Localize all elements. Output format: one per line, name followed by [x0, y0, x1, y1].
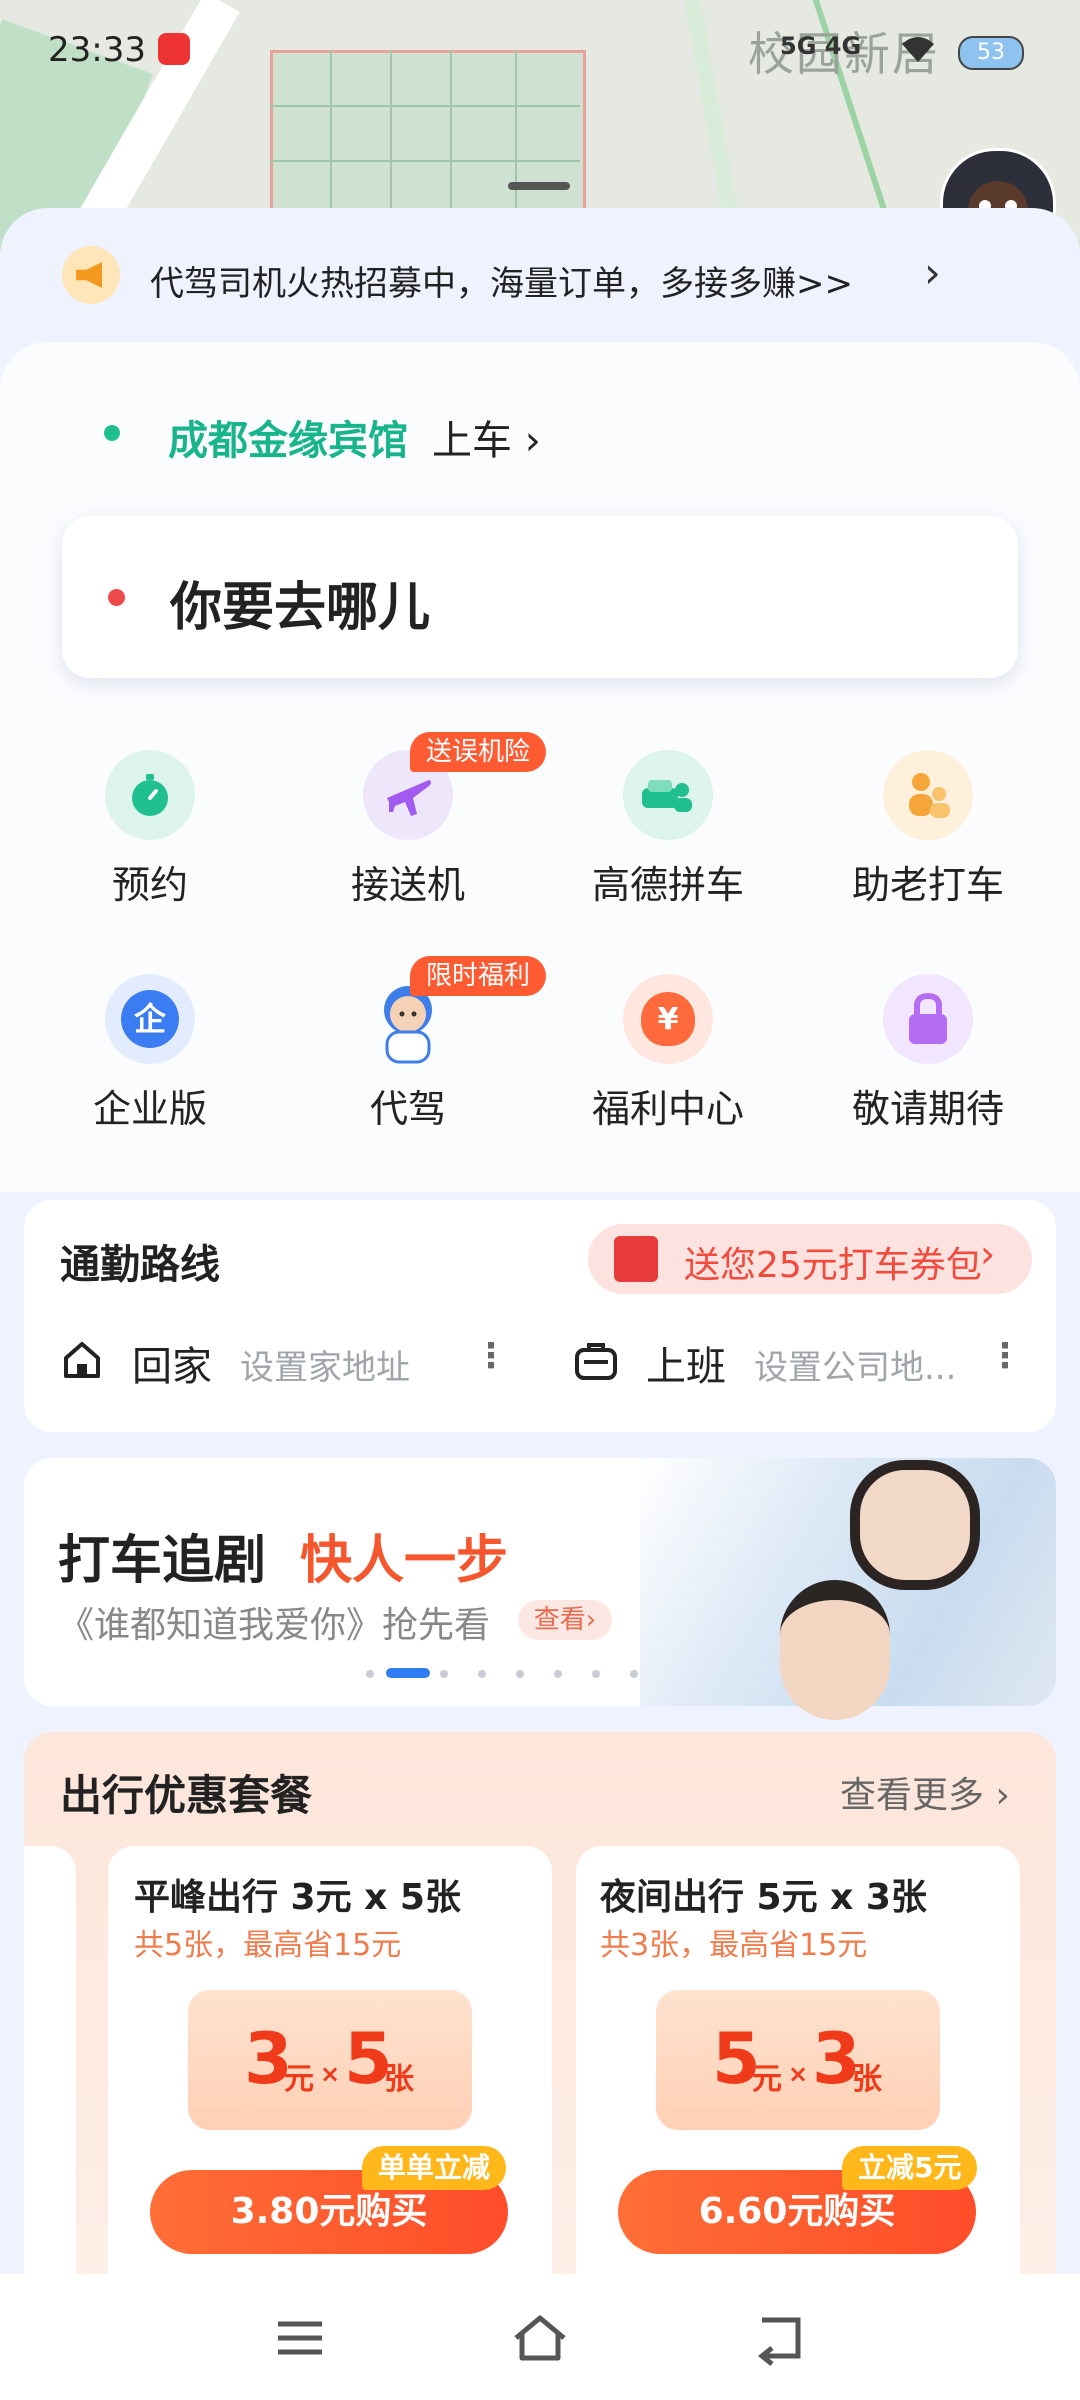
- package-view-more[interactable]: 查看更多 ›: [840, 1766, 1010, 1818]
- home-address-placeholder[interactable]: 设置家地址: [240, 1340, 410, 1389]
- promo-accent: 快人一步: [300, 1531, 509, 1591]
- coupon-times: ×: [320, 2060, 341, 2088]
- carousel-dot-active: [386, 1668, 430, 1678]
- carousel-dot: [592, 1670, 600, 1678]
- carousel-dot: [440, 1670, 448, 1678]
- carpool-icon: [623, 750, 713, 840]
- destination-placeholder[interactable]: 你要去哪儿: [170, 565, 430, 640]
- service-label: 敬请期待: [851, 1087, 1004, 1131]
- chevron-right-icon: ›: [980, 1232, 996, 1276]
- package-subtitle: 共5张，最高省15元: [134, 1928, 402, 1963]
- service-tag: 送误机险: [410, 732, 547, 772]
- coupon-unit: 元: [284, 2062, 314, 2097]
- carousel-dot: [478, 1670, 486, 1678]
- lock-icon: [883, 974, 973, 1064]
- battery-indicator: 53: [958, 36, 1024, 70]
- carousel-dot: [554, 1670, 562, 1678]
- work-more-icon[interactable]: ⋮: [988, 1336, 1022, 1376]
- work-label[interactable]: 上班: [646, 1334, 726, 1392]
- service-label: 助老打车: [851, 863, 1004, 907]
- service-enterprise[interactable]: 企 企业版: [50, 974, 250, 1131]
- package-card-partial[interactable]: [24, 1846, 76, 2306]
- people-icon: [883, 750, 973, 840]
- destination-dot-icon: [108, 589, 125, 606]
- service-tag: 限时福利: [410, 956, 547, 996]
- service-coming-soon[interactable]: 敬请期待: [828, 974, 1028, 1131]
- service-carpool[interactable]: 高德拼车: [568, 750, 768, 907]
- commute-title: 通勤路线: [60, 1242, 220, 1288]
- pickup-location[interactable]: 成都金缘宾馆: [168, 408, 408, 466]
- coupon-unit: 元: [752, 2062, 782, 2097]
- home-nav-icon[interactable]: [510, 2308, 570, 2368]
- service-welfare[interactable]: ¥ 福利中心: [568, 974, 768, 1131]
- back-icon[interactable]: [750, 2308, 810, 2368]
- status-time: 23:33: [48, 30, 146, 70]
- enterprise-icon: 企: [105, 974, 195, 1064]
- service-label: 代驾: [369, 1087, 446, 1131]
- music-app-icon: [158, 33, 190, 65]
- service-label: 接送机: [350, 863, 465, 907]
- coupon-count-unit: 张: [384, 2062, 414, 2097]
- carousel-dot: [366, 1670, 374, 1678]
- stopwatch-icon: [105, 750, 195, 840]
- package-title: 夜间出行 5元 x 3张: [600, 1877, 927, 1918]
- service-reserve[interactable]: 预约: [50, 750, 250, 907]
- service-label: 预约: [111, 863, 188, 907]
- coupon-promo-text: 送您25元打车券包: [684, 1245, 982, 1286]
- promo-title: 打车追剧: [58, 1531, 267, 1591]
- package-title: 平峰出行 3元 x 5张: [134, 1877, 461, 1918]
- sheet-drag-handle[interactable]: [508, 182, 570, 190]
- package-subtitle: 共3张，最高省15元: [600, 1928, 868, 1963]
- promo-subtitle: 《谁都知道我爱你》抢先看: [58, 1605, 491, 1646]
- menu-icon[interactable]: [270, 2308, 330, 2368]
- carousel-dot: [630, 1670, 638, 1678]
- home-icon: [60, 1338, 104, 1382]
- buy-tag: 立减5元: [842, 2146, 978, 2190]
- actor-image: [780, 1580, 890, 1720]
- actress-image: [850, 1460, 980, 1590]
- red-envelope-icon: [614, 1236, 658, 1282]
- chevron-right-icon[interactable]: ›: [924, 248, 941, 297]
- coupon-times: ×: [788, 2060, 809, 2088]
- home-more-icon[interactable]: ⋮: [474, 1336, 508, 1376]
- pickup-dot-icon: [104, 425, 120, 441]
- notice-text: 代驾司机火热招募中，海量订单，多接多赚>>: [150, 264, 853, 304]
- wifi-icon: [900, 34, 936, 64]
- megaphone-icon: [62, 246, 120, 304]
- promo-view-button[interactable]: 查看›: [518, 1600, 612, 1640]
- money-bag-icon: ¥: [623, 974, 713, 1064]
- carousel-dot: [516, 1670, 524, 1678]
- sports-field-map-feature: [270, 50, 586, 221]
- service-elderly[interactable]: 助老打车: [828, 750, 1028, 907]
- pickup-suffix[interactable]: 上车 ›: [432, 408, 541, 466]
- service-label: 福利中心: [591, 1087, 744, 1131]
- service-label: 高德拼车: [591, 863, 744, 907]
- buy-tag: 单单立减: [362, 2146, 507, 2190]
- home-label[interactable]: 回家: [132, 1334, 212, 1392]
- coupon-count-unit: 张: [852, 2062, 882, 2097]
- network-indicator: 5G 4G: [780, 32, 862, 60]
- briefcase-icon: [574, 1340, 618, 1382]
- service-label: 企业版: [92, 1087, 207, 1131]
- work-address-placeholder[interactable]: 设置公司地...: [754, 1340, 956, 1389]
- package-section-title: 出行优惠套餐: [60, 1771, 313, 1820]
